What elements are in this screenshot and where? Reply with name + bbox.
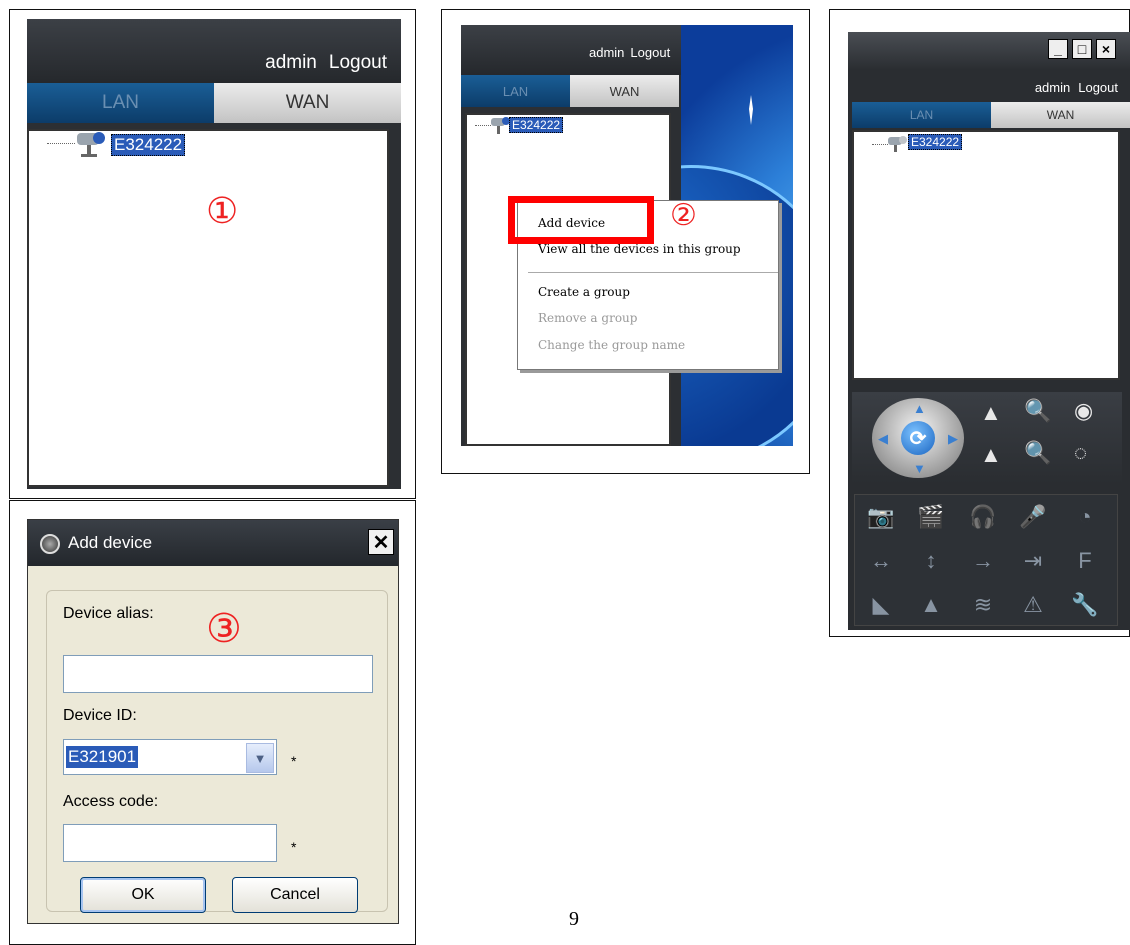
menu-item-change-group-name: Change the group name xyxy=(538,338,686,352)
step-marker: ③ xyxy=(206,606,242,652)
arrow-right-icon[interactable]: ▶ xyxy=(948,432,958,445)
menu-item-remove-group: Remove a group xyxy=(538,311,638,325)
tab-bar: LAN WAN xyxy=(461,75,679,107)
username-label: admin xyxy=(589,45,625,60)
panel-4: Add device ✕ Device alias: Device ID: E3… xyxy=(9,500,416,945)
user-area: admin Logout xyxy=(589,45,670,60)
required-mark: * xyxy=(291,839,297,855)
camera-icon xyxy=(888,136,907,152)
wifi-icon[interactable]: ≋ xyxy=(963,587,1003,623)
settings-icon[interactable]: 🔧 xyxy=(1065,587,1105,623)
device-tree: E324222 ① xyxy=(27,129,389,487)
zoom-in-magnifier-icon[interactable]: 🔍 xyxy=(1024,400,1051,422)
client-window: _ □ × admin Logout LAN WAN E324222 ▲ ▼ ◀ xyxy=(848,32,1130,630)
logout-link[interactable]: Logout xyxy=(630,45,670,60)
snapshot-icon[interactable]: 📷 xyxy=(861,499,901,535)
tab-lan[interactable]: LAN xyxy=(27,83,214,123)
tab-bar: LAN WAN xyxy=(852,102,1130,128)
tree-connector xyxy=(47,143,75,144)
device-alias-input[interactable] xyxy=(63,655,373,693)
device-node[interactable]: E324222 xyxy=(111,134,186,156)
playback-icon[interactable]: ◔ xyxy=(1065,499,1105,535)
top-bar: admin Logout xyxy=(27,19,401,83)
device-id-combo[interactable]: E321901 ▼ xyxy=(63,739,277,775)
device-node[interactable]: E324222 xyxy=(509,117,564,133)
close-button[interactable]: ✕ xyxy=(368,529,394,555)
top-bar: admin Logout xyxy=(461,25,681,75)
cancel-button[interactable]: Cancel xyxy=(232,877,358,913)
tab-lan[interactable]: LAN xyxy=(852,102,991,128)
tab-bar: LAN WAN xyxy=(27,83,401,123)
app-icon xyxy=(40,534,60,554)
arrow-left-icon[interactable]: ◀ xyxy=(878,432,888,445)
talk-icon[interactable]: 🎤 xyxy=(1013,499,1053,535)
user-area: admin Logout xyxy=(1035,80,1118,95)
logout-link[interactable]: Logout xyxy=(1078,80,1118,95)
device-tree: E324222 xyxy=(852,130,1120,380)
mirror-icon[interactable]: ◣ xyxy=(861,587,901,623)
arrow-down-icon[interactable]: ▼ xyxy=(913,462,926,475)
zoom-out-magnifier-icon[interactable]: 🔍 xyxy=(1024,442,1051,464)
zoom-out-triangle-icon[interactable]: ▲ xyxy=(980,444,1002,466)
device-node[interactable]: E324222 xyxy=(908,134,963,150)
star-sparkle-icon xyxy=(749,95,753,125)
audio-icon[interactable]: 🎧 xyxy=(963,499,1003,535)
close-button[interactable]: × xyxy=(1096,39,1116,59)
ptz-panel: ▲ ▼ ◀ ▶ ⟳ ▲ ▲ 🔍 🔍 ◉ ◌ xyxy=(852,392,1122,484)
ok-button[interactable]: OK xyxy=(80,877,206,913)
maximize-button[interactable]: □ xyxy=(1072,39,1092,59)
device-id-value: E321901 xyxy=(66,746,139,768)
vertical-patrol-icon[interactable]: ↕ xyxy=(911,543,951,579)
step-marker: ② xyxy=(670,198,697,233)
step-marker: ① xyxy=(206,191,239,232)
flip-icon[interactable]: F xyxy=(1065,543,1105,579)
tool-grid: 📷 🎬 🎧 🎤 ◔ ↔ ↕ → ⇥ F ◣ ▲ ≋ ⚠ 🔧 xyxy=(854,494,1118,626)
alarm-icon[interactable]: ⚠ xyxy=(1013,587,1053,623)
chevron-down-icon[interactable]: ▼ xyxy=(246,743,274,773)
access-code-input[interactable] xyxy=(63,824,277,862)
zoom-in-triangle-icon[interactable]: ▲ xyxy=(980,402,1002,424)
tab-wan[interactable]: WAN xyxy=(991,102,1130,128)
menu-item-view-all-devices[interactable]: View all the devices in this group xyxy=(538,242,741,256)
panel-2: admin Logout LAN WAN E324222 Add device V… xyxy=(441,9,810,474)
menu-separator xyxy=(528,272,778,273)
triangle-icon[interactable]: ▲ xyxy=(911,587,951,623)
add-device-dialog: Add device ✕ Device alias: Device ID: E3… xyxy=(27,519,399,924)
input-icon[interactable]: ⇥ xyxy=(1013,543,1053,579)
camera-icon xyxy=(77,132,105,157)
iris-open-icon[interactable]: ◉ xyxy=(1074,400,1093,422)
required-mark: * xyxy=(291,753,297,769)
menu-item-create-group[interactable]: Create a group xyxy=(538,285,630,299)
arrow-up-icon[interactable]: ▲ xyxy=(913,402,926,415)
panel-3: _ □ × admin Logout LAN WAN E324222 ▲ ▼ ◀ xyxy=(829,9,1130,637)
device-alias-label: Device alias: xyxy=(63,605,154,622)
title-bar: _ □ × xyxy=(848,32,1130,70)
user-area: admin Logout xyxy=(265,52,387,74)
iris-close-icon[interactable]: ◌ xyxy=(1074,442,1087,464)
horizontal-patrol-icon[interactable]: ↔ xyxy=(861,543,901,579)
access-code-label: Access code: xyxy=(63,793,159,810)
tab-wan[interactable]: WAN xyxy=(570,75,679,107)
tab-wan[interactable]: WAN xyxy=(214,83,401,123)
highlight-box xyxy=(508,196,654,244)
client-window: admin Logout LAN WAN E324222 ① xyxy=(27,19,401,489)
tab-lan[interactable]: LAN xyxy=(461,75,570,107)
auto-rotate-icon[interactable]: ⟳ xyxy=(901,421,935,455)
dialog-title: Add device xyxy=(68,533,153,552)
username-label: admin xyxy=(1034,80,1071,95)
panel-1: admin Logout LAN WAN E324222 ① xyxy=(9,9,416,499)
direction-pad[interactable]: ▲ ▼ ◀ ▶ ⟳ xyxy=(872,398,964,478)
minimize-button[interactable]: _ xyxy=(1048,39,1068,59)
dialog-title-bar: Add device ✕ xyxy=(28,520,398,566)
logout-link[interactable]: Logout xyxy=(329,52,387,73)
record-icon[interactable]: 🎬 xyxy=(911,499,951,535)
device-id-label: Device ID: xyxy=(63,707,137,724)
preset-icon[interactable]: → xyxy=(963,543,1003,579)
username-label: admin xyxy=(265,52,317,73)
page-number: 9 xyxy=(569,908,579,930)
